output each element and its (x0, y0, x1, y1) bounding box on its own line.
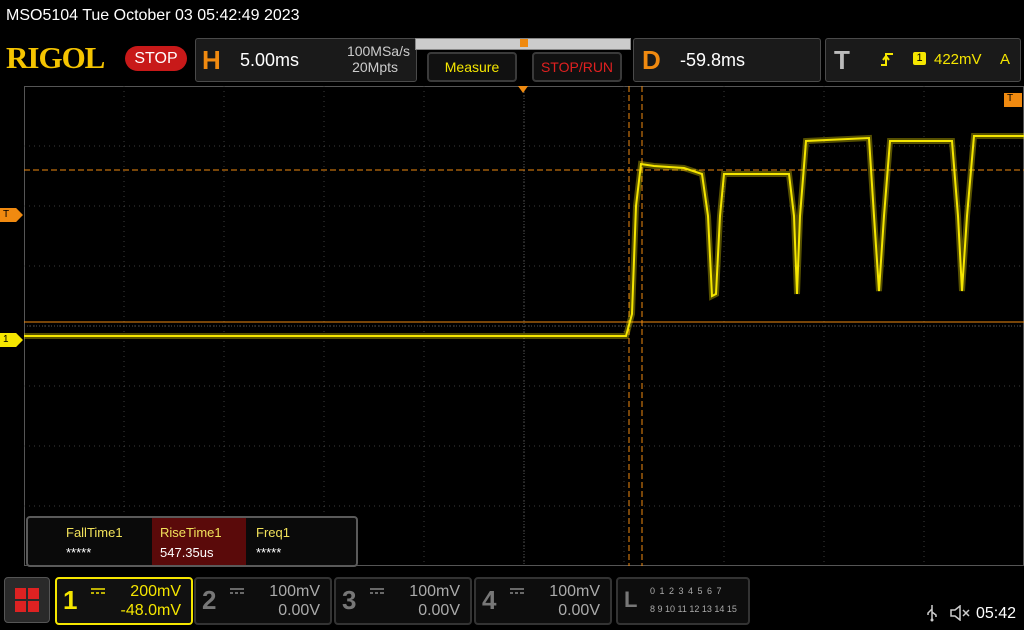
stop-run-button[interactable]: STOP/RUN (532, 52, 622, 82)
trigger-position-top-marker (518, 86, 528, 93)
channel-offset: 0.00V (278, 602, 320, 619)
channel3-box[interactable]: 3 100mV 0.00V (334, 577, 472, 625)
dc-coupling-icon (230, 588, 244, 594)
channel-scale: 100mV (409, 583, 460, 600)
measurement-risetime[interactable]: RiseTime1 547.35us (152, 518, 246, 565)
logic-row-low: 0 1 2 3 4 5 6 7 (650, 586, 723, 596)
trigger-level-value: 422mV (934, 51, 982, 68)
trigger-position-marker (520, 39, 528, 47)
measurement-falltime[interactable]: FallTime1 ***** (58, 518, 152, 565)
rising-edge-icon (881, 53, 893, 66)
channel-offset: 0.00V (558, 602, 600, 619)
measure-button[interactable]: Measure (427, 52, 517, 82)
logic-letter: L (624, 587, 638, 612)
logic-row-high: 8 9 10 11 12 13 14 15 (650, 604, 737, 614)
horizontal-panel[interactable]: H 5.00ms 100MSa/s 20Mpts (195, 38, 417, 82)
measurement-label: FallTime1 (66, 525, 123, 540)
waveform-display[interactable] (24, 86, 1024, 566)
trigger-offset-right-marker[interactable]: T (1004, 93, 1022, 107)
speaker-muted-icon[interactable] (950, 605, 970, 621)
trigger-mode: A (1000, 51, 1011, 68)
dc-coupling-icon (510, 588, 524, 594)
dc-coupling-icon (91, 588, 105, 594)
channel-number: 3 (342, 585, 357, 615)
measurement-label: Freq1 (256, 525, 290, 540)
trigger-level-marker[interactable]: T (0, 208, 23, 222)
measurement-label: RiseTime1 (160, 525, 222, 540)
measurement-panel[interactable]: FallTime1 ***** RiseTime1 547.35us Freq1… (26, 516, 358, 567)
channel-offset: -48.0mV (120, 602, 181, 619)
channel-number: 2 (202, 585, 217, 615)
trigger-offset-letter: T (1007, 93, 1014, 104)
channel-scale: 100mV (269, 583, 320, 600)
channel-number: 1 (63, 585, 78, 615)
channel-scale: 100mV (549, 583, 600, 600)
menu-button[interactable] (4, 577, 50, 623)
horizontal-letter: H (202, 45, 221, 75)
clock: 05:42 (976, 605, 1017, 622)
sample-rate: 100MSa/s (346, 43, 410, 59)
channel1-box[interactable]: 1 200mV -48.0mV (55, 577, 193, 625)
usb-icon (927, 605, 937, 622)
channel2-box[interactable]: 2 100mV 0.00V (194, 577, 332, 625)
logic-channel-box[interactable]: L 0 1 2 3 4 5 6 7 8 9 10 11 12 13 14 15 (616, 577, 750, 625)
device-datetime: MSO5104 Tue October 03 05:42:49 2023 (6, 7, 300, 24)
trigger-source-badge: 1 (913, 52, 926, 65)
channel-scale: 200mV (130, 583, 181, 600)
measurement-value: ***** (66, 545, 92, 560)
channel1-offset-marker[interactable]: 1 (0, 333, 23, 347)
memory-position-bar[interactable] (415, 38, 631, 50)
delay-panel[interactable]: D -59.8ms (633, 38, 821, 82)
delay-value: -59.8ms (680, 50, 746, 70)
rigol-logo: RIGOL (6, 40, 105, 75)
delay-letter: D (642, 45, 661, 75)
title-bar: MSO5104 Tue October 03 05:42:49 2023 (0, 0, 1024, 32)
trigger-panel[interactable]: T 1 422mV A (825, 38, 1021, 82)
channel-offset: 0.00V (418, 602, 460, 619)
waveform-canvas[interactable] (24, 86, 1024, 566)
timebase-value: 5.00ms (240, 50, 300, 70)
run-status-badge[interactable]: STOP (125, 46, 187, 71)
measurement-freq[interactable]: Freq1 ***** (248, 518, 342, 565)
measurement-value: 547.35us (160, 545, 214, 560)
trigger-letter: T (834, 45, 850, 75)
channel4-box[interactable]: 4 100mV 0.00V (474, 577, 612, 625)
dc-coupling-icon (370, 588, 384, 594)
memory-depth: 20Mpts (352, 59, 398, 75)
grid-menu-icon (15, 588, 39, 612)
channel-number: 4 (482, 585, 497, 615)
measurement-value: ***** (256, 545, 282, 560)
